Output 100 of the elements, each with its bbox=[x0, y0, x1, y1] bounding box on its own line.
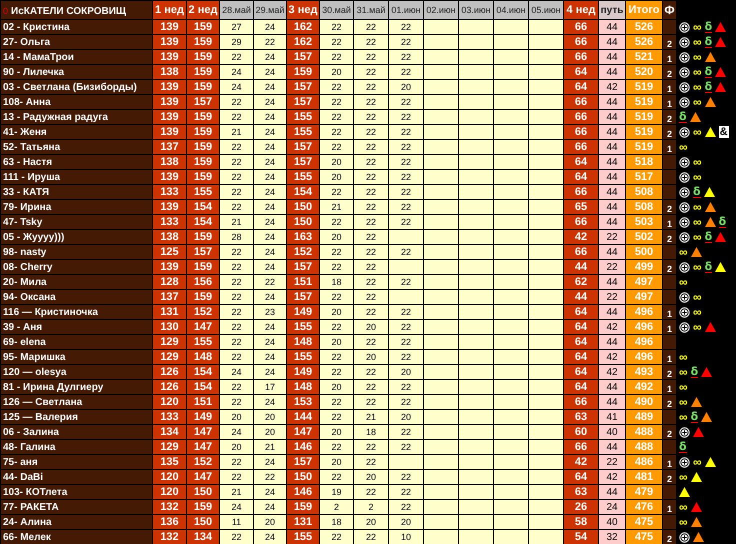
table-cell: 22 bbox=[354, 124, 388, 140]
table-cell: 24 bbox=[254, 214, 286, 230]
table-cell: 24 bbox=[254, 110, 286, 124]
table-cell: 508 bbox=[626, 200, 662, 214]
table-cell: 22 bbox=[388, 64, 424, 80]
table-cell: 22 bbox=[388, 334, 424, 350]
participant-name: 44- DaBi bbox=[0, 470, 152, 484]
table-cell: 486 bbox=[626, 454, 662, 470]
table-cell: 11 bbox=[220, 514, 254, 530]
infinity-symbol: ∞ bbox=[693, 231, 702, 243]
table-cell: 22 bbox=[220, 334, 254, 350]
infinity-symbol: ∞ bbox=[693, 306, 702, 318]
table-cell: 159 bbox=[186, 230, 220, 244]
table-cell: 18 bbox=[320, 514, 354, 530]
table-cell: 154 bbox=[186, 200, 220, 214]
column-header: 28.май bbox=[220, 0, 254, 20]
table-cell: 139 bbox=[152, 94, 186, 110]
table-cell: 20 bbox=[354, 320, 388, 334]
table-cell: 159 bbox=[186, 124, 220, 140]
table-cell: 22 bbox=[388, 470, 424, 484]
table-cell: 44 bbox=[598, 304, 626, 320]
table-cell: 144 bbox=[286, 410, 320, 424]
table-cell: 20 bbox=[388, 364, 424, 380]
table-cell: 132 bbox=[152, 500, 186, 514]
table-cell: 66 bbox=[564, 50, 598, 64]
table-cell: 22 bbox=[320, 214, 354, 230]
table-cell: 496 bbox=[626, 334, 662, 350]
table-cell: 22 bbox=[254, 274, 286, 290]
table-cell: 22 bbox=[320, 530, 354, 544]
table-cell: 22 bbox=[220, 470, 254, 484]
table-cell: 44 bbox=[598, 484, 626, 500]
infinity-symbol: ∞ bbox=[693, 201, 702, 213]
table-cell: 139 bbox=[152, 50, 186, 64]
table-cell: 521 bbox=[626, 50, 662, 64]
table-cell: 24 bbox=[220, 424, 254, 440]
table-cell: 126 bbox=[152, 380, 186, 394]
table-cell: 22 bbox=[354, 94, 388, 110]
table-cell: 24 bbox=[254, 140, 286, 154]
table-cell: 22 bbox=[320, 470, 354, 484]
participant-name: 98- nasty bbox=[0, 244, 152, 260]
table-cell: 22 bbox=[354, 304, 388, 320]
table-cell: 157 bbox=[286, 154, 320, 170]
table-cell: 44 bbox=[598, 244, 626, 260]
table-cell: 22 bbox=[220, 290, 254, 304]
table-cell: 22 bbox=[388, 394, 424, 410]
table-cell: 152 bbox=[186, 304, 220, 320]
table-cell: 136 bbox=[152, 514, 186, 530]
table-cell: 22 bbox=[388, 124, 424, 140]
column-header: путь bbox=[598, 0, 626, 20]
table-cell: 44 bbox=[598, 124, 626, 140]
table-cell: 24 bbox=[220, 500, 254, 514]
table-cell: 22 bbox=[220, 394, 254, 410]
table-cell: 24 bbox=[254, 260, 286, 274]
table-cell: 22 bbox=[354, 530, 388, 544]
table-cell: 155 bbox=[286, 350, 320, 364]
table-cell: 22 bbox=[220, 110, 254, 124]
table-cell: 44 bbox=[598, 94, 626, 110]
table-cell: 147 bbox=[186, 424, 220, 440]
table-cell: 22 bbox=[388, 320, 424, 334]
table-cell: 24 bbox=[254, 394, 286, 410]
table-cell: 21 bbox=[354, 410, 388, 424]
table-cell: 148 bbox=[286, 334, 320, 350]
table-cell: 24 bbox=[220, 364, 254, 380]
table-cell: 24 bbox=[254, 364, 286, 380]
table-cell: 147 bbox=[186, 440, 220, 454]
table-cell: 22 bbox=[354, 34, 388, 50]
table-cell: 159 bbox=[186, 80, 220, 94]
table-cell: 21 bbox=[220, 124, 254, 140]
table-cell: 22 bbox=[354, 440, 388, 454]
table-cell: 2 bbox=[320, 500, 354, 514]
table-cell: 20 bbox=[320, 304, 354, 320]
table-cell: 20 bbox=[220, 440, 254, 454]
table-cell: 155 bbox=[286, 530, 320, 544]
table-cell: 150 bbox=[286, 470, 320, 484]
table-cell: 22 bbox=[354, 170, 388, 184]
participant-name: 48- Галина bbox=[0, 440, 152, 454]
table-cell: 24 bbox=[254, 80, 286, 94]
table-cell: 22 bbox=[388, 244, 424, 260]
table-cell: 157 bbox=[286, 94, 320, 110]
table-cell: 20 bbox=[388, 410, 424, 424]
table-cell: 508 bbox=[626, 184, 662, 200]
table-cell: 157 bbox=[186, 94, 220, 110]
table-cell: 22 bbox=[320, 410, 354, 424]
table-cell: 24 bbox=[254, 454, 286, 470]
table-cell: 24 bbox=[254, 244, 286, 260]
table-cell: 42 bbox=[598, 350, 626, 364]
table-cell: 22 bbox=[388, 140, 424, 154]
participant-name: 33 - КАТЯ bbox=[0, 184, 152, 200]
infinity-symbol: ∞ bbox=[693, 261, 702, 273]
table-cell: 64 bbox=[564, 64, 598, 80]
table-cell: 22 bbox=[320, 290, 354, 304]
table-cell: 22 bbox=[220, 170, 254, 184]
infinity-symbol: ∞ bbox=[693, 66, 702, 78]
participant-name: 66- Мелек bbox=[0, 530, 152, 544]
infinity-symbol: ∞ bbox=[679, 381, 688, 393]
infinity-symbol: ∞ bbox=[679, 276, 688, 288]
infinity-symbol: ∞ bbox=[693, 156, 702, 168]
table-cell: 66 bbox=[564, 440, 598, 454]
table-cell: 22 bbox=[220, 260, 254, 274]
participant-name: 24- Алина bbox=[0, 514, 152, 530]
